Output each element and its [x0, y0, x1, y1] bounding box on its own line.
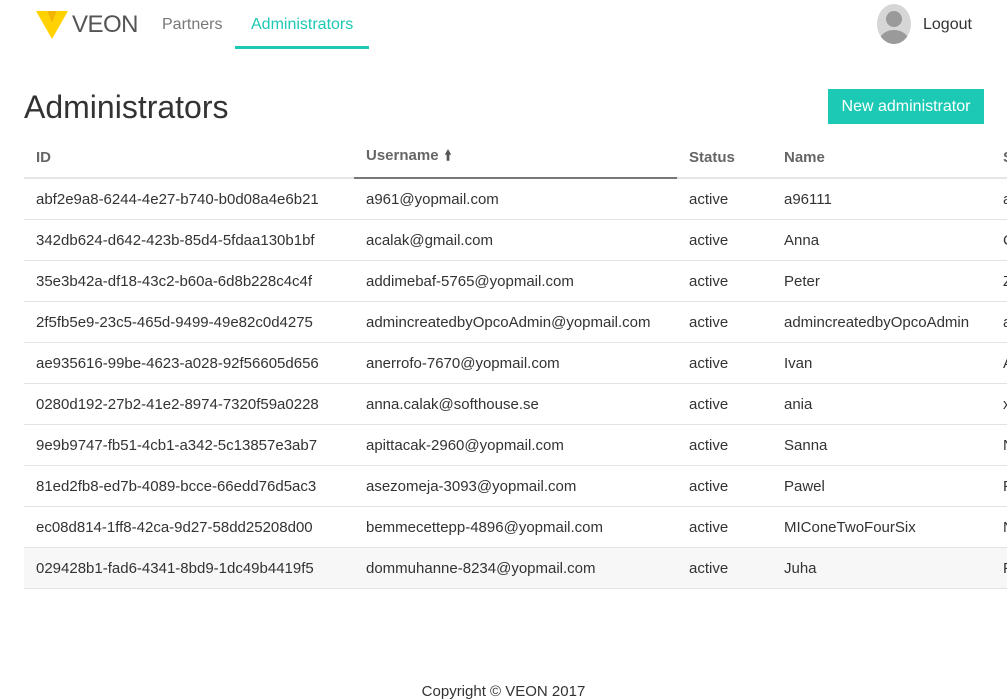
cell-name: Juha: [772, 547, 991, 589]
cell-id: 9e9b9747-fb51-4cb1-a342-5c13857e3ab7: [24, 424, 354, 466]
cell-s: A: [991, 342, 1007, 384]
cell-id: 029428b1-fad6-4341-8bd9-1dc49b4419f5: [24, 547, 354, 589]
cell-s: F: [991, 547, 1007, 589]
cell-username: a961@yopmail.com: [354, 178, 677, 220]
cell-s: N: [991, 424, 1007, 466]
cell-name: Anna: [772, 219, 991, 261]
administrators-table: ID Username🠙 Status Name S abf2e9a8-6244…: [24, 137, 1007, 589]
cell-s: C: [991, 219, 1007, 261]
cell-name: Peter: [772, 260, 991, 302]
table-row[interactable]: 9e9b9747-fb51-4cb1-a342-5c13857e3ab7 apit…: [24, 424, 1007, 466]
cell-s: F: [991, 465, 1007, 507]
cell-status: active: [677, 424, 772, 466]
cell-username: acalak@gmail.com: [354, 219, 677, 261]
cell-username: anna.calak@softhouse.se: [354, 383, 677, 425]
cell-status: active: [677, 547, 772, 589]
cell-status: active: [677, 465, 772, 507]
cell-s: a: [991, 178, 1007, 220]
new-administrator-button[interactable]: New administrator: [828, 89, 984, 124]
table-row[interactable]: ec08d814-1ff8-42ca-9d27-58dd25208d00 bemm…: [24, 506, 1007, 548]
cell-status: active: [677, 219, 772, 261]
table-row[interactable]: abf2e9a8-6244-4e27-b740-b0d08a4e6b21 a961…: [24, 178, 1007, 220]
column-header-id[interactable]: ID: [24, 137, 354, 179]
cell-username: apittacak-2960@yopmail.com: [354, 424, 677, 466]
cell-username: bemmecettepp-4896@yopmail.com: [354, 506, 677, 548]
cell-status: active: [677, 178, 772, 220]
cell-s: x: [991, 383, 1007, 425]
cell-username: dommuhanne-8234@yopmail.com: [354, 547, 677, 589]
footer-copyright: Copyright © VEON 2017: [421, 683, 586, 700]
cell-id: 81ed2fb8-ed7b-4089-bcce-66edd76d5ac3: [24, 465, 354, 507]
cell-status: active: [677, 301, 772, 343]
cell-id: 342db624-d642-423b-85d4-5fdaa130b1bf: [24, 219, 354, 261]
cell-name: Pawel: [772, 465, 991, 507]
nav-link-administrators[interactable]: Administrators: [235, 0, 370, 49]
cell-id: 0280d192-27b2-41e2-8974-7320f59a0228: [24, 383, 354, 425]
cell-name: MIConeTwoFourSix: [772, 506, 991, 548]
cell-name: ania: [772, 383, 991, 425]
cell-status: active: [677, 383, 772, 425]
cell-id: abf2e9a8-6244-4e27-b740-b0d08a4e6b21: [24, 178, 354, 220]
cell-s: N: [991, 506, 1007, 548]
cell-s: Z: [991, 260, 1007, 302]
cell-name: admincreatedbyOpcoAdmin: [772, 301, 991, 343]
veon-v-icon: [36, 11, 68, 39]
cell-username: admincreatedbyOpcoAdmin@yopmail.com: [354, 301, 677, 343]
cell-status: active: [677, 260, 772, 302]
veon-logo[interactable]: VEON: [36, 10, 139, 40]
cell-username: asezomeja-3093@yopmail.com: [354, 465, 677, 507]
table-row[interactable]: 029428b1-fad6-4341-8bd9-1dc49b4419f5 domm…: [24, 547, 1007, 589]
user-avatar-icon[interactable]: [877, 4, 911, 44]
table-header-row: ID Username🠙 Status Name S: [24, 137, 1007, 179]
cell-id: 35e3b42a-df18-43c2-b60a-6d8b228c4c4f: [24, 260, 354, 302]
table-row[interactable]: 0280d192-27b2-41e2-8974-7320f59a0228 anna…: [24, 383, 1007, 425]
cell-name: Ivan: [772, 342, 991, 384]
table-row[interactable]: 2f5fb5e9-23c5-465d-9499-49e82c0d4275 admi…: [24, 301, 1007, 343]
cell-id: 2f5fb5e9-23c5-465d-9499-49e82c0d4275: [24, 301, 354, 343]
column-header-status[interactable]: Status: [677, 137, 772, 179]
column-header-name[interactable]: Name: [772, 137, 991, 179]
logo-text: VEON: [72, 11, 139, 38]
table-row[interactable]: 342db624-d642-423b-85d4-5fdaa130b1bf acal…: [24, 219, 1007, 261]
cell-name: a96111: [772, 178, 991, 220]
table-row[interactable]: 81ed2fb8-ed7b-4089-bcce-66edd76d5ac3 asez…: [24, 465, 1007, 507]
table-row[interactable]: 35e3b42a-df18-43c2-b60a-6d8b228c4c4f addi…: [24, 260, 1007, 302]
cell-name: Sanna: [772, 424, 991, 466]
page-title: Administrators: [24, 89, 229, 125]
cell-status: active: [677, 506, 772, 548]
table-row[interactable]: ae935616-99be-4623-a028-92f56605d656 aner…: [24, 342, 1007, 384]
column-header-username[interactable]: Username 🠙: [354, 137, 677, 179]
sort-ascending-icon: 🠙: [444, 147, 452, 163]
cell-id: ec08d814-1ff8-42ca-9d27-58dd25208d00: [24, 506, 354, 548]
logout-link[interactable]: Logout: [923, 16, 972, 34]
column-header-s[interactable]: S: [991, 137, 1007, 179]
top-navbar: VEON Partners Administrators Logout: [0, 0, 1007, 50]
nav-link-partners[interactable]: Partners: [146, 0, 238, 46]
cell-status: active: [677, 342, 772, 384]
cell-id: ae935616-99be-4623-a028-92f56605d656: [24, 342, 354, 384]
cell-username: anerrofo-7670@yopmail.com: [354, 342, 677, 384]
cell-s: a: [991, 301, 1007, 343]
cell-username: addimebaf-5765@yopmail.com: [354, 260, 677, 302]
